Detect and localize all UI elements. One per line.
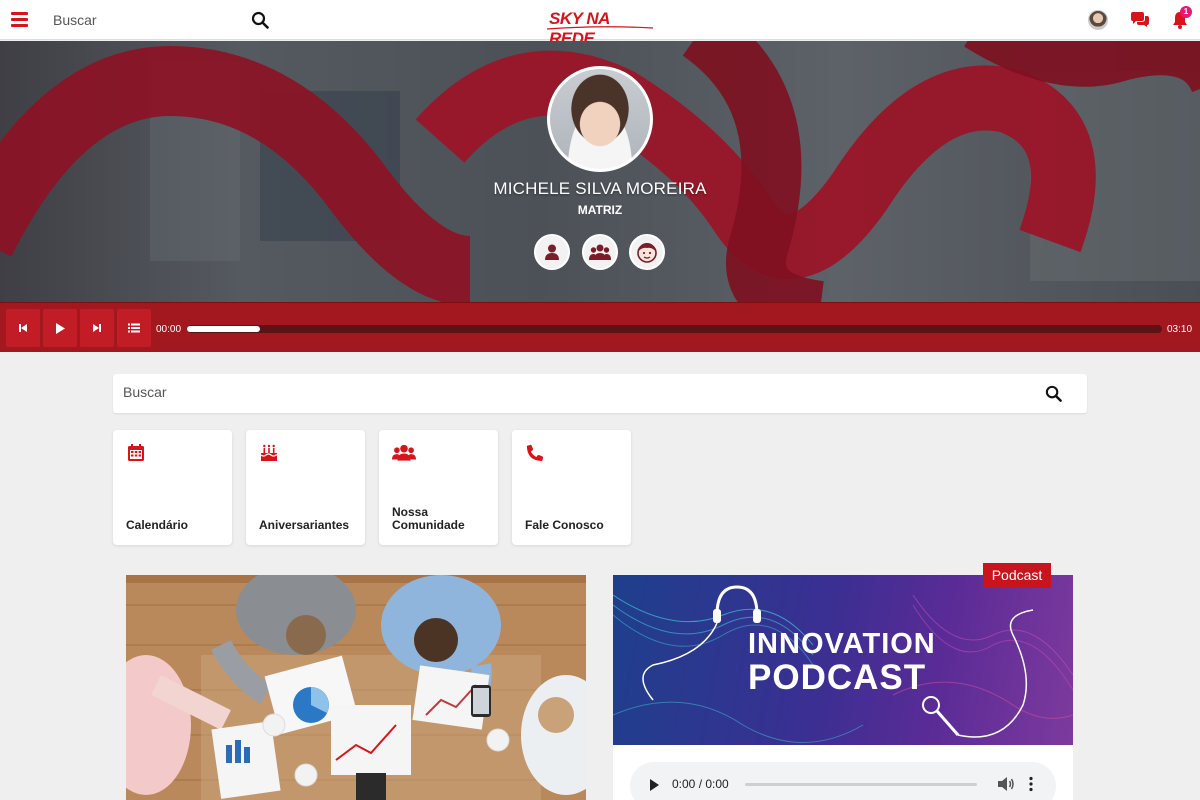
shortcut-label: Aniversariantes — [259, 518, 350, 532]
audio-player-bar: 00:00 03:10 — [0, 302, 1200, 352]
shortcut-community[interactable]: Nossa Comunidade — [379, 430, 498, 545]
shortcut-label: Calendário — [126, 518, 189, 532]
shortcut-contact[interactable]: Fale Conosco — [512, 430, 631, 545]
profile-photo[interactable] — [547, 66, 653, 172]
kid-face-icon — [637, 243, 657, 263]
total-time: 03:10 — [1167, 324, 1193, 335]
progress-slider[interactable] — [187, 325, 1162, 333]
list-icon — [128, 323, 140, 333]
profile-hero: MICHELE SILVA MOREIRA MATRIZ — [0, 41, 1200, 302]
profile-name: MICHELE SILVA MOREIRA — [493, 179, 707, 198]
shortcut-label: Fale Conosco — [525, 518, 604, 532]
menu-icon[interactable] — [11, 12, 28, 27]
skip-back-icon — [19, 324, 27, 332]
phone-icon — [526, 444, 544, 461]
audio-time: 0:00 / 0:00 — [672, 777, 729, 791]
skip-forward-icon — [93, 324, 101, 332]
playlist-button[interactable] — [117, 309, 151, 347]
user-avatar[interactable] — [1088, 10, 1108, 30]
shortcut-calendar[interactable]: Calendário — [113, 430, 232, 545]
next-track-button[interactable] — [80, 309, 114, 347]
microphone-icon — [922, 609, 1034, 738]
notification-badge: 1 — [1180, 6, 1192, 18]
podcast-card: INNOVATION PODCAST 0:00 / 0:00 — [613, 575, 1073, 800]
podcast-audio-player: 0:00 / 0:00 — [630, 762, 1056, 800]
podcast-banner-title: INNOVATION PODCAST — [748, 628, 936, 697]
play-icon — [56, 322, 65, 334]
birthday-cake-icon — [260, 444, 277, 461]
team-meeting-photo[interactable] — [126, 575, 586, 800]
podcast-banner[interactable]: INNOVATION PODCAST — [613, 575, 1073, 745]
team-meeting-image — [126, 575, 586, 800]
groups-button[interactable] — [582, 234, 618, 270]
search-icon[interactable] — [1045, 385, 1062, 402]
current-time: 00:00 — [156, 324, 182, 335]
users-group-icon — [589, 244, 611, 260]
calendar-icon — [128, 444, 144, 461]
chat-icon[interactable] — [1130, 11, 1150, 29]
more-options-icon[interactable] — [1028, 776, 1034, 792]
audio-seek-slider[interactable] — [745, 783, 977, 786]
top-navigation-bar: Buscar SKY NA REDE 1 — [0, 0, 1200, 48]
user-icon — [545, 244, 559, 260]
headphones-icon — [642, 585, 761, 701]
dependents-button[interactable] — [629, 234, 665, 270]
play-button[interactable] — [43, 309, 77, 347]
previous-track-button[interactable] — [6, 309, 40, 347]
sky-na-rede-logo[interactable]: SKY NA REDE — [545, 8, 655, 48]
profile-button[interactable] — [534, 234, 570, 270]
community-icon — [392, 444, 416, 461]
shortcut-birthdays[interactable]: Aniversariantes — [246, 430, 365, 545]
audio-play-icon[interactable] — [650, 779, 659, 791]
shortcut-label: Nossa Comunidade — [392, 505, 465, 532]
top-search-input[interactable]: Buscar — [53, 12, 97, 28]
volume-icon[interactable] — [997, 776, 1015, 792]
main-search-box — [113, 374, 1087, 413]
search-icon[interactable] — [251, 11, 269, 29]
podcast-tag[interactable]: Podcast — [983, 563, 1051, 588]
main-search-input[interactable] — [123, 384, 1023, 400]
profile-unit: MATRIZ — [577, 203, 623, 217]
progress-fill — [187, 326, 261, 332]
